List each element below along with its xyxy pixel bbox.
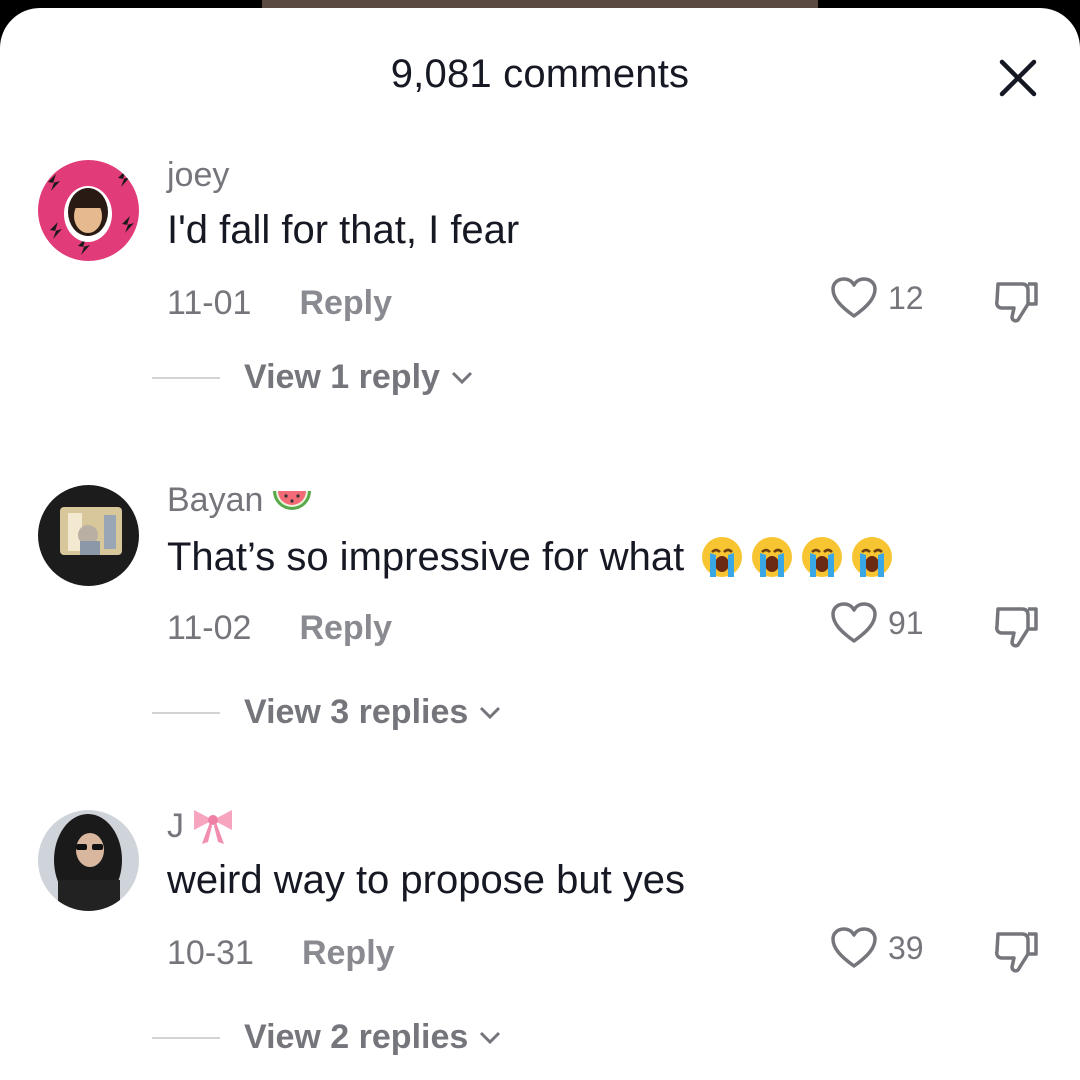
like-button[interactable]: 91 [830,601,924,645]
thumbs-down-icon [995,282,1038,323]
divider-line [152,711,220,714]
comment-text: I'd fall for that, I fear [167,208,520,252]
chevron-down-icon [480,706,501,719]
divider-line [152,1036,220,1039]
comment-item: Bayan That’s so impressive for what 11-0… [0,463,1080,763]
reply-button[interactable]: Reply [302,934,395,973]
loudly-crying-face-icon [752,537,793,577]
like-count: 39 [888,929,924,966]
like-button[interactable]: 39 [830,926,924,970]
reply-button[interactable]: Reply [299,609,392,648]
view-replies-button[interactable]: View 3 replies [152,693,502,732]
divider-line [152,376,220,379]
comment-item: J weird way to propose but yes 10-31 Rep… [0,788,1080,1080]
like-count: 91 [888,604,924,641]
username-text: Bayan [167,481,264,519]
comment-username[interactable]: joey [167,156,229,195]
comment-username[interactable]: J [167,806,236,846]
heart-icon [831,277,877,318]
comment-date: 10-31 [167,934,254,972]
view-replies-label: View 1 reply [244,358,440,396]
dislike-button[interactable] [990,924,1044,978]
comments-sheet: 9,081 comments joey I'd fall for that, I… [0,8,1080,1080]
comments-count-title: 9,081 comments [390,52,690,96]
heart-icon [831,602,877,643]
comment-username[interactable]: Bayan [167,481,315,520]
reply-button[interactable]: Reply [299,284,392,323]
watermelon-emoji-icon [273,490,312,510]
loudly-crying-face-icon [852,537,893,577]
close-icon [999,59,1037,97]
view-replies-label: View 2 replies [244,1018,469,1056]
username-text: joey [167,156,230,194]
comment-text-content: That’s so impressive for what [167,534,685,579]
thumbs-down-icon [995,607,1038,648]
heart-icon [831,927,877,968]
avatar[interactable] [38,485,139,586]
close-button[interactable] [994,54,1042,102]
comment-date: 11-02 [167,609,252,647]
avatar[interactable] [38,810,139,911]
crying-emoji-group [698,533,896,581]
thumbs-down-icon [995,932,1038,973]
dislike-button[interactable] [990,274,1044,328]
dislike-button[interactable] [990,599,1044,653]
ribbon-emoji-icon [194,810,232,844]
comment-text: weird way to propose but yes [167,858,686,902]
chevron-down-icon [480,1031,501,1044]
like-count: 12 [888,279,924,316]
comment-date: 11-01 [167,284,252,322]
avatar[interactable] [38,160,139,261]
chevron-down-icon [451,371,472,384]
view-replies-button[interactable]: View 2 replies [152,1018,502,1057]
view-replies-label: View 3 replies [244,693,469,731]
loudly-crying-face-icon [702,537,743,577]
username-text: J [167,806,184,845]
view-replies-button[interactable]: View 1 reply [152,358,474,397]
comment-text: That’s so impressive for what [167,533,896,581]
loudly-crying-face-icon [802,537,843,577]
comment-item: joey I'd fall for that, I fear 11-01 Rep… [0,138,1080,438]
like-button[interactable]: 12 [830,276,924,320]
